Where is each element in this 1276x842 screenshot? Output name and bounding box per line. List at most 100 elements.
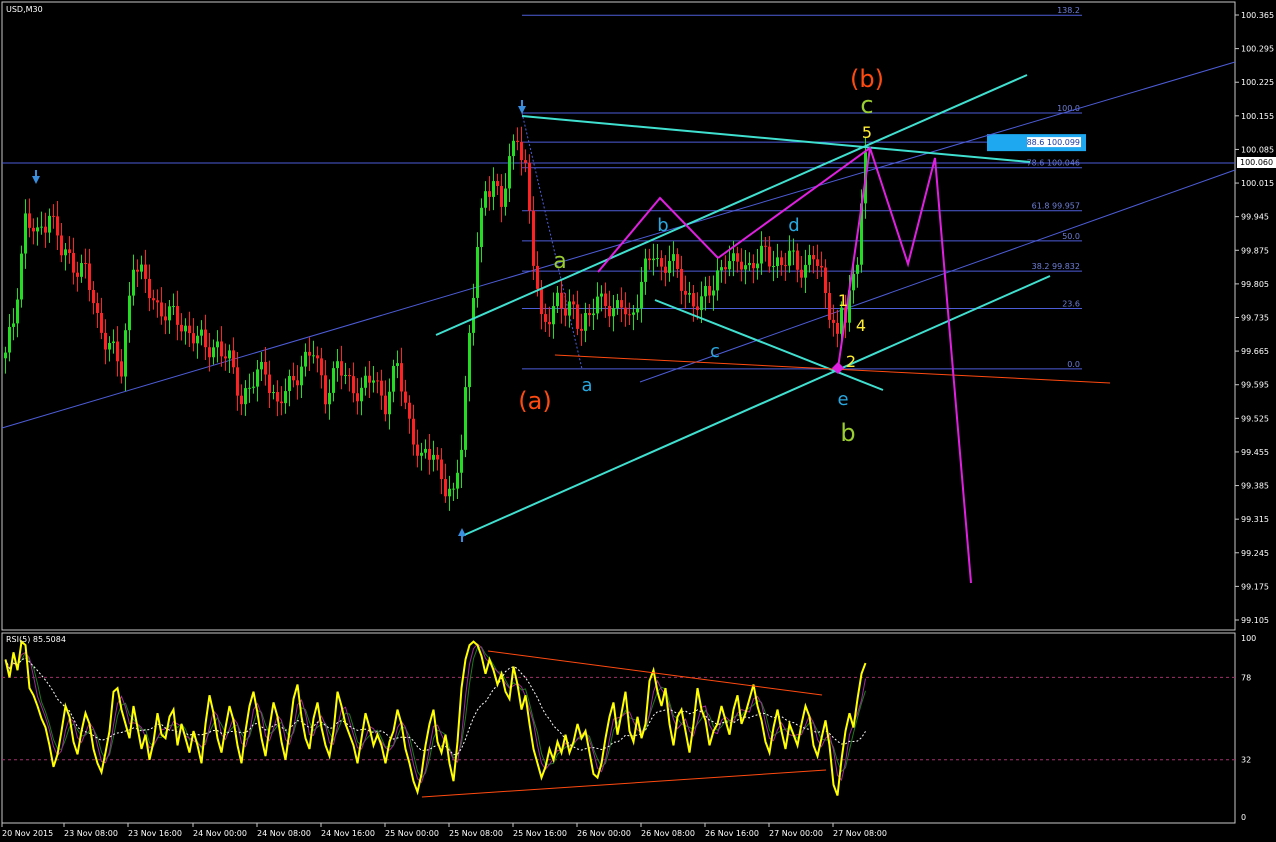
candle-body (572, 301, 575, 305)
candle-body (628, 314, 631, 316)
candle-body (104, 332, 107, 350)
candle-body (88, 263, 91, 290)
price-tick-label: 99.455 (1241, 448, 1269, 457)
time-tick-label: 23 Nov 08:00 (64, 829, 118, 838)
candle-body (108, 342, 111, 350)
candle-body (76, 272, 79, 277)
candle-body (240, 395, 243, 405)
time-tick-label: 26 Nov 16:00 (705, 829, 759, 838)
candle-body (540, 288, 543, 315)
candle-body (384, 395, 387, 415)
candle-body (780, 257, 783, 266)
price-tick-label: 99.735 (1241, 314, 1269, 323)
price-tick-label: 100.365 (1241, 11, 1274, 20)
candle-body (564, 308, 567, 316)
candle-body (416, 444, 419, 456)
candle-body (748, 262, 751, 266)
candle-body (192, 333, 195, 344)
candle-body (328, 392, 331, 405)
fib-level-label: 23.6 (1062, 299, 1080, 308)
candle-body (612, 308, 615, 317)
candle-body (656, 258, 659, 260)
wave-label-b-blue: b (657, 215, 668, 236)
candle-body (304, 351, 307, 367)
time-tick-label: 24 Nov 08:00 (257, 829, 311, 838)
candle-body (792, 250, 795, 252)
candle-body (20, 253, 23, 300)
candle-body (752, 262, 755, 269)
candle-body (708, 285, 711, 296)
price-tick-label: 100.155 (1241, 112, 1274, 121)
candle-body (376, 380, 379, 382)
candle-body (528, 162, 531, 211)
candle-body (252, 386, 255, 388)
candle-body (756, 263, 759, 269)
candle-body (620, 300, 623, 308)
fib-level-label: 138.2 (1057, 6, 1080, 15)
candle-body (220, 341, 223, 357)
candle-body (380, 380, 383, 396)
time-tick-label: 24 Nov 16:00 (321, 829, 375, 838)
wave-label-major-a: (a) (518, 387, 551, 415)
candle-body (508, 156, 511, 189)
candle-body (556, 292, 559, 307)
candle-body (824, 267, 827, 294)
fib-level-label: 61.8 99.957 (1032, 202, 1080, 211)
candle-body (228, 350, 231, 359)
candle-body (40, 226, 43, 228)
trading-chart[interactable]: 0.023.638.2 99.83250.061.8 99.95778.6 10… (0, 0, 1276, 842)
candle-body (660, 258, 663, 267)
candle-body (200, 329, 203, 336)
wave-label-c-green: c (860, 91, 873, 119)
wave-label-a-blue: a (581, 375, 592, 396)
candle-body (460, 449, 463, 473)
candle-body (512, 140, 515, 157)
candle-body (688, 293, 691, 295)
candle-body (292, 375, 295, 381)
candle-body (332, 368, 335, 393)
candle-body (436, 454, 439, 460)
candle-body (592, 313, 595, 316)
fib-level-label: 38.2 99.832 (1032, 262, 1080, 271)
candle-body (664, 266, 667, 273)
candle-body (808, 255, 811, 265)
time-tick-label: 23 Nov 16:00 (128, 829, 182, 838)
candle-body (568, 301, 571, 316)
candle-body (340, 361, 343, 376)
candle-body (268, 374, 271, 393)
fib-level-label: 0.0 (1067, 360, 1080, 369)
wave-label-5: 5 (862, 123, 872, 142)
candle-body (448, 488, 451, 497)
candle-body (196, 335, 199, 344)
time-tick-label: 25 Nov 16:00 (513, 829, 567, 838)
candle-body (360, 387, 363, 402)
candle-body (468, 332, 471, 388)
time-tick-label: 27 Nov 00:00 (769, 829, 823, 838)
candle-body (352, 376, 355, 394)
candle-body (456, 472, 459, 489)
time-tick-label: 26 Nov 00:00 (577, 829, 631, 838)
wave-label-d-blue: d (788, 215, 799, 236)
candle-body (420, 452, 423, 456)
candle-body (16, 299, 19, 324)
candle-body (248, 387, 251, 389)
candle-body (336, 361, 339, 369)
candle-body (276, 392, 279, 402)
candle-body (440, 459, 443, 480)
candle-body (856, 264, 859, 274)
candle-body (804, 264, 807, 278)
candle-body (28, 213, 31, 228)
rsi-tick-label: 78 (1241, 673, 1251, 682)
current-price-label: 100.060 (1240, 158, 1273, 167)
candle-body (388, 391, 391, 415)
candle-body (212, 347, 215, 358)
candle-body (444, 479, 447, 497)
candle-body (548, 321, 551, 325)
candle-body (532, 210, 535, 266)
candle-body (204, 329, 207, 348)
price-tick-label: 99.945 (1241, 213, 1269, 222)
candle-body (288, 375, 291, 392)
wave-label-major-b: (b) (850, 65, 884, 93)
candle-body (712, 290, 715, 296)
candle-body (96, 303, 99, 313)
